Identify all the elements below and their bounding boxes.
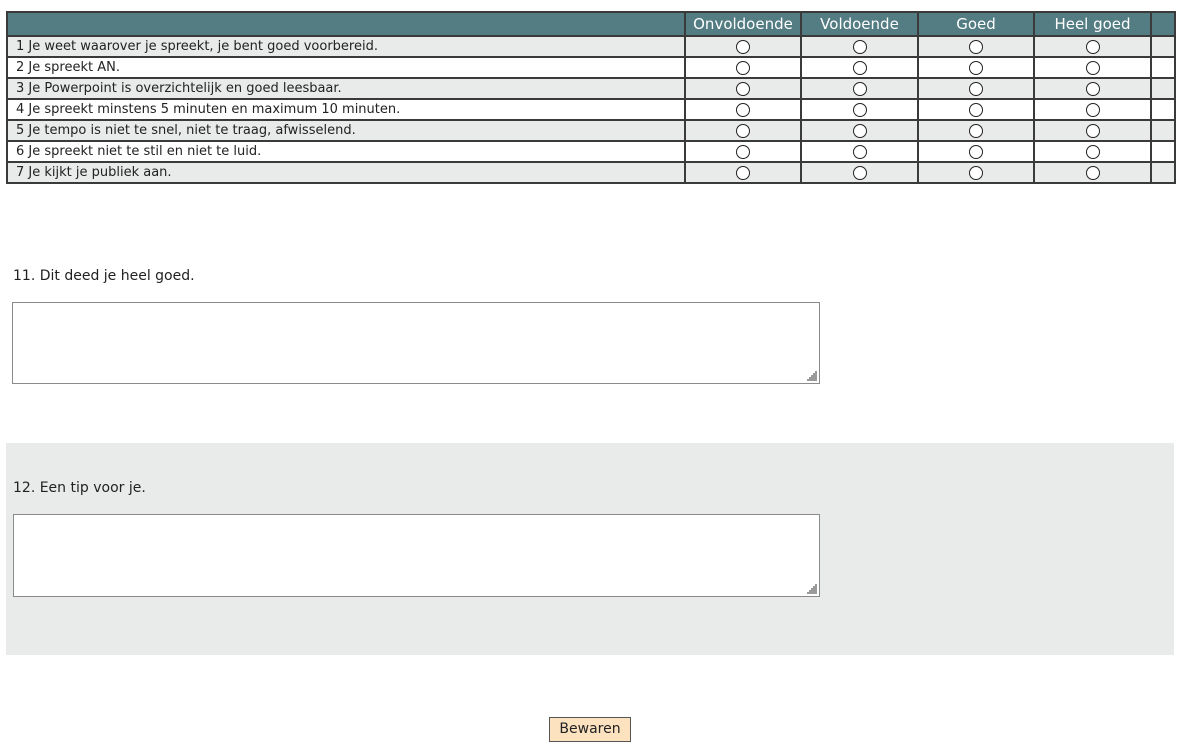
statement-label: 1 Je weet waarover je spreekt, je bent g… bbox=[6, 35, 686, 58]
rating-radio[interactable] bbox=[852, 60, 867, 75]
rating-cell bbox=[1033, 140, 1152, 163]
rating-cell bbox=[684, 77, 802, 100]
row-spacer bbox=[1150, 56, 1176, 79]
column-header: Goed bbox=[917, 11, 1035, 37]
rating-radio[interactable] bbox=[736, 123, 750, 138]
rating-matrix: Onvoldoende Voldoende Goed Heel goed 1 J… bbox=[6, 11, 1176, 184]
rating-cell bbox=[684, 161, 802, 184]
row-spacer bbox=[1150, 161, 1176, 184]
statement-label: 6 Je spreekt niet te stil en niet te lui… bbox=[6, 140, 686, 163]
resize-grip-icon[interactable] bbox=[807, 371, 817, 381]
rating-radio[interactable] bbox=[736, 81, 750, 96]
rating-radio[interactable] bbox=[736, 39, 750, 54]
rating-cell bbox=[684, 98, 802, 121]
rating-radio[interactable] bbox=[969, 144, 983, 159]
rating-radio[interactable] bbox=[736, 102, 750, 117]
question-11-textarea[interactable] bbox=[12, 302, 820, 384]
rating-radio[interactable] bbox=[852, 39, 867, 54]
statement-label: 7 Je kijkt je publiek aan. bbox=[6, 161, 686, 184]
rating-radio[interactable] bbox=[969, 39, 983, 54]
rating-cell bbox=[917, 56, 1035, 79]
rating-radio[interactable] bbox=[736, 60, 750, 75]
rating-cell bbox=[1033, 35, 1152, 58]
rating-cell bbox=[917, 140, 1035, 163]
rating-cell bbox=[800, 56, 919, 79]
resize-grip-icon[interactable] bbox=[807, 584, 817, 594]
rating-radio[interactable] bbox=[852, 102, 867, 117]
rating-cell bbox=[800, 35, 919, 58]
rating-cell bbox=[684, 140, 802, 163]
rating-cell bbox=[684, 56, 802, 79]
rating-radio[interactable] bbox=[852, 144, 867, 159]
rating-radio[interactable] bbox=[852, 81, 867, 96]
statement-label: 2 Je spreekt AN. bbox=[6, 56, 686, 79]
rating-radio[interactable] bbox=[1085, 123, 1100, 138]
rating-radio[interactable] bbox=[1085, 39, 1100, 54]
statement-label: 5 Je tempo is niet te snel, niet te traa… bbox=[6, 119, 686, 142]
rating-radio[interactable] bbox=[1085, 144, 1100, 159]
rating-cell bbox=[1033, 161, 1152, 184]
matrix-row: 2 Je spreekt AN. bbox=[6, 56, 1176, 79]
rating-cell bbox=[800, 119, 919, 142]
rating-cell bbox=[1033, 56, 1152, 79]
rating-cell bbox=[1033, 77, 1152, 100]
statement-label: 3 Je Powerpoint is overzichtelijk en goe… bbox=[6, 77, 686, 100]
save-button[interactable]: Bewaren bbox=[549, 717, 631, 742]
rating-radio[interactable] bbox=[736, 165, 750, 180]
row-spacer bbox=[1150, 98, 1176, 121]
rating-radio[interactable] bbox=[969, 60, 983, 75]
rating-radio[interactable] bbox=[852, 165, 867, 180]
column-header: Heel goed bbox=[1033, 11, 1152, 37]
statement-label: 4 Je spreekt minstens 5 minuten en maxim… bbox=[6, 98, 686, 121]
rating-cell bbox=[917, 35, 1035, 58]
rating-cell bbox=[917, 161, 1035, 184]
matrix-row: 5 Je tempo is niet te snel, niet te traa… bbox=[6, 119, 1176, 142]
matrix-row: 1 Je weet waarover je spreekt, je bent g… bbox=[6, 35, 1176, 58]
row-spacer bbox=[1150, 119, 1176, 142]
rating-radio[interactable] bbox=[969, 102, 983, 117]
rating-radio[interactable] bbox=[969, 81, 983, 96]
rating-radio[interactable] bbox=[852, 123, 867, 138]
question-11-label: 11. Dit deed je heel goed. bbox=[13, 268, 195, 284]
row-spacer bbox=[1150, 140, 1176, 163]
rating-radio[interactable] bbox=[736, 144, 750, 159]
rating-radio[interactable] bbox=[1085, 165, 1100, 180]
rating-radio[interactable] bbox=[1085, 102, 1100, 117]
rating-radio[interactable] bbox=[969, 165, 983, 180]
column-header: Voldoende bbox=[800, 11, 919, 37]
question-12-textarea[interactable] bbox=[13, 514, 820, 597]
rating-cell bbox=[800, 98, 919, 121]
rating-cell bbox=[684, 35, 802, 58]
rating-radio[interactable] bbox=[1085, 81, 1100, 96]
matrix-row: 6 Je spreekt niet te stil en niet te lui… bbox=[6, 140, 1176, 163]
matrix-row: 3 Je Powerpoint is overzichtelijk en goe… bbox=[6, 77, 1176, 100]
rating-cell bbox=[800, 140, 919, 163]
question-12-label: 12. Een tip voor je. bbox=[13, 480, 146, 496]
rating-radio[interactable] bbox=[1085, 60, 1100, 75]
rating-cell bbox=[684, 119, 802, 142]
row-spacer bbox=[1150, 77, 1176, 100]
matrix-header-blank bbox=[6, 11, 686, 37]
rating-cell bbox=[1033, 119, 1152, 142]
rating-cell bbox=[800, 77, 919, 100]
rating-cell bbox=[1033, 98, 1152, 121]
column-header: Onvoldoende bbox=[684, 11, 802, 37]
rating-cell bbox=[917, 77, 1035, 100]
rating-radio[interactable] bbox=[969, 123, 983, 138]
matrix-row: 7 Je kijkt je publiek aan. bbox=[6, 161, 1176, 184]
matrix-row: 4 Je spreekt minstens 5 minuten en maxim… bbox=[6, 98, 1176, 121]
matrix-header-row: Onvoldoende Voldoende Goed Heel goed bbox=[6, 11, 1176, 37]
row-spacer bbox=[1150, 35, 1176, 58]
rating-cell bbox=[800, 161, 919, 184]
rating-cell bbox=[917, 98, 1035, 121]
matrix-header-spacer bbox=[1150, 11, 1176, 37]
rating-cell bbox=[917, 119, 1035, 142]
